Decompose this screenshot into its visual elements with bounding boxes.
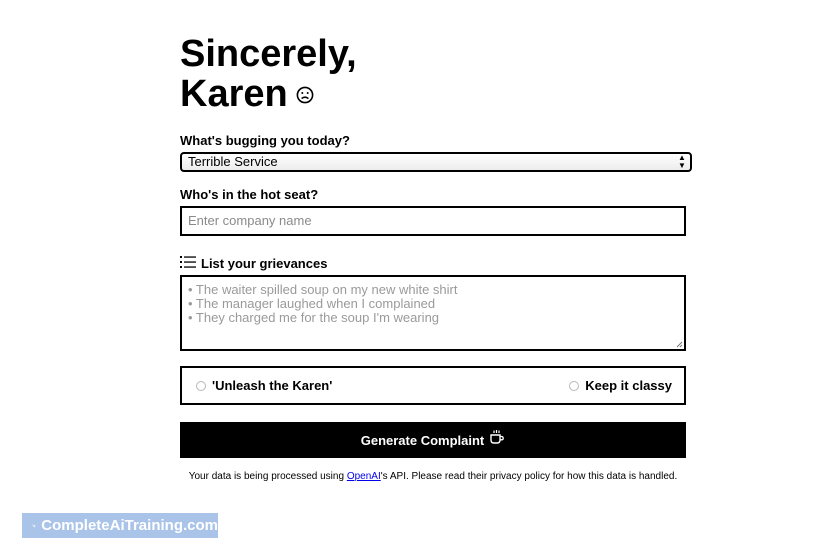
page-title: Sincerely, Karen <box>180 34 357 114</box>
tone-options: 'Unleash the Karen' Keep it classy <box>180 366 686 405</box>
privacy-notice-after: 's API. Please read their privacy policy… <box>380 471 678 482</box>
company-name-input[interactable]: Enter company name <box>180 206 686 236</box>
tone-option-unleash[interactable]: 'Unleash the Karen' <box>196 378 332 393</box>
radio-classy[interactable] <box>569 380 580 391</box>
grievances-label-row: List your grievances <box>180 255 328 271</box>
title-line-2: Karen <box>180 73 288 115</box>
coffee-cup-icon <box>490 430 505 444</box>
grievance-placeholder-line: • They charged me for the soup I'm weari… <box>188 310 440 325</box>
page: Sincerely, Karen What's bugging you toda… <box>0 0 820 551</box>
issue-label: What's bugging you today? <box>180 133 350 148</box>
issue-select[interactable]: Terrible Service ▲ ▼ <box>180 152 692 172</box>
frown-icon <box>296 86 314 104</box>
tone-option-classy[interactable]: Keep it classy <box>569 378 672 393</box>
generate-complaint-label: Generate Complaint <box>360 432 485 448</box>
tone-option-classy-label: Keep it classy <box>585 378 672 393</box>
privacy-notice-before: Your data is being processed using <box>188 471 347 482</box>
brand-badge[interactable]: CompleteAiTraining.com <box>22 513 218 538</box>
company-name-placeholder: Enter company name <box>188 213 312 228</box>
company-label: Who's in the hot seat? <box>180 187 319 202</box>
select-arrows-icon: ▲ ▼ <box>678 153 686 170</box>
sparkle-logo-icon <box>32 523 37 528</box>
tone-option-unleash-label: 'Unleash the Karen' <box>212 378 333 393</box>
title-line-1: Sincerely, <box>180 33 357 75</box>
issue-select-value: Terrible Service <box>188 154 278 169</box>
grievance-placeholder-line: • The waiter spilled soup on my new whit… <box>188 282 458 297</box>
list-icon <box>180 255 196 268</box>
openai-link[interactable]: OpenAI <box>347 471 381 482</box>
title-line-2-wrap: Karen <box>180 74 357 114</box>
resize-grip-icon[interactable] <box>676 341 683 348</box>
grievances-textarea[interactable]: • The waiter spilled soup on my new whit… <box>180 275 686 351</box>
grievance-placeholder-line: • The manager laughed when I complained <box>188 296 436 311</box>
grievances-label: List your grievances <box>201 256 328 271</box>
privacy-notice: Your data is being processed using OpenA… <box>180 471 686 482</box>
generate-complaint-button[interactable]: Generate Complaint <box>180 422 686 458</box>
radio-unleash[interactable] <box>196 380 206 391</box>
brand-label: CompleteAiTraining.com <box>41 517 218 534</box>
